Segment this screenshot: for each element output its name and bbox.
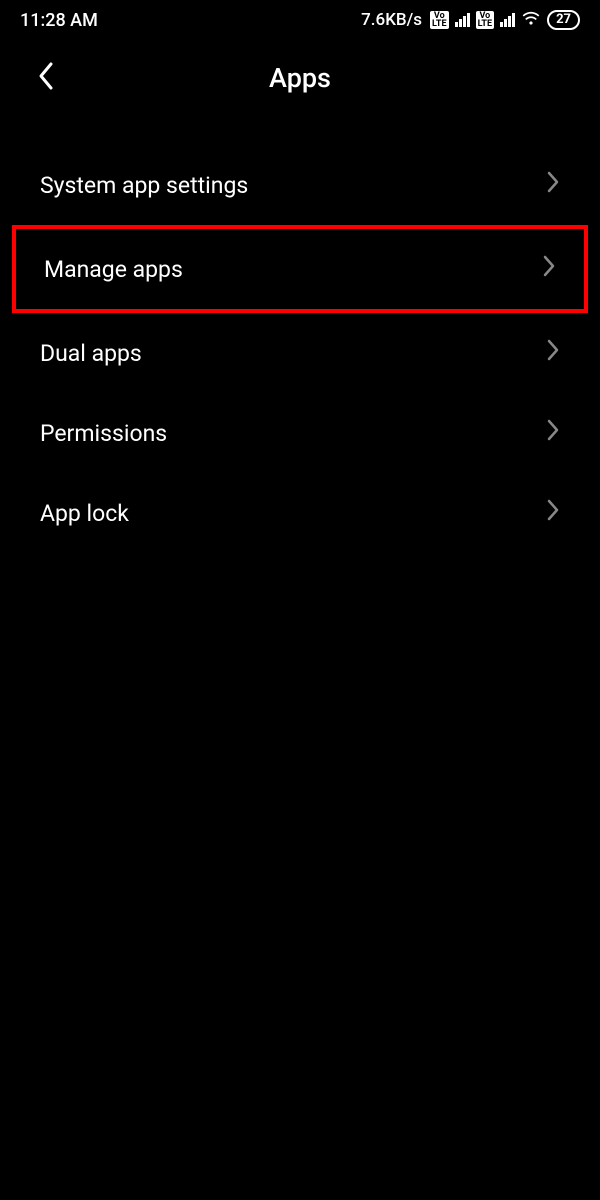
menu-label: Dual apps [40,340,142,367]
signal-icon-1 [455,13,470,27]
chevron-right-icon [542,255,556,283]
menu-label: App lock [40,500,129,527]
chevron-right-icon [546,171,560,199]
menu-item-permissions[interactable]: Permissions [0,393,600,473]
chevron-right-icon [546,339,560,367]
network-speed: 7.6KB/s [361,10,422,30]
menu-label: Manage apps [44,256,183,283]
battery-icon: 27 [547,10,580,30]
settings-menu: System app settings Manage apps Dual app… [0,115,600,553]
back-button[interactable] [34,60,58,96]
menu-item-manage-apps[interactable]: Manage apps [12,225,588,313]
menu-item-dual-apps[interactable]: Dual apps [0,313,600,393]
status-time: 11:28 AM [20,10,98,31]
volte-icon-2: VoLTE [476,11,495,29]
signal-icon-2 [500,13,515,27]
status-bar: 11:28 AM 7.6KB/s VoLTE VoLTE 27 [0,0,600,40]
chevron-right-icon [546,499,560,527]
page-header: Apps [0,40,600,115]
menu-label: System app settings [40,172,248,199]
status-indicators: 7.6KB/s VoLTE VoLTE 27 [361,8,580,33]
menu-label: Permissions [40,420,167,447]
wifi-icon [521,8,541,33]
menu-item-system-app-settings[interactable]: System app settings [0,145,600,225]
volte-icon-1: VoLTE [430,11,449,29]
time-label: 11:28 AM [20,10,98,31]
menu-item-app-lock[interactable]: App lock [0,473,600,553]
page-title: Apps [28,62,572,94]
chevron-right-icon [546,419,560,447]
